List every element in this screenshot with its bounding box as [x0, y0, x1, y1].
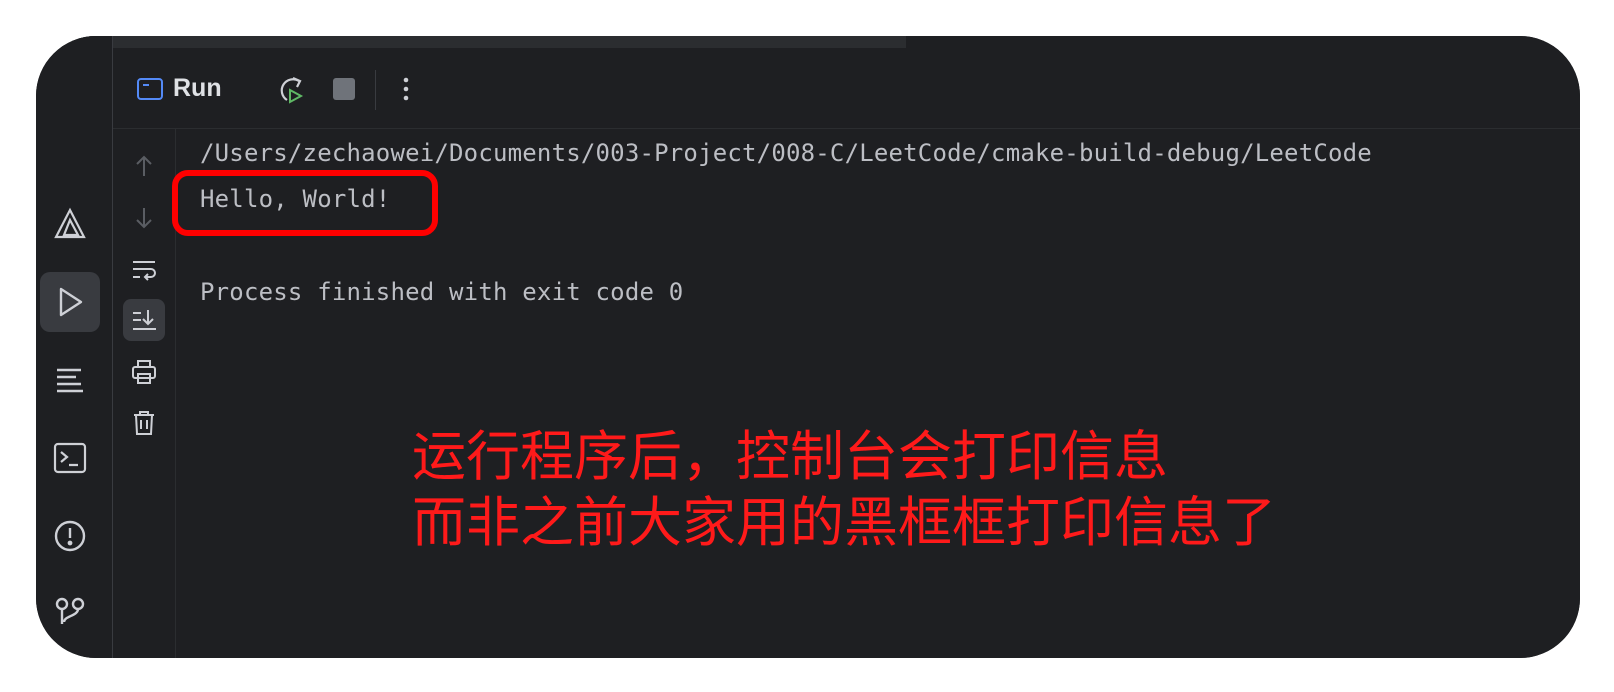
- clear-all-icon[interactable]: [123, 401, 165, 443]
- run-tab-label: Run: [173, 74, 222, 102]
- scroll-to-end-icon[interactable]: [123, 299, 165, 341]
- annotation-text: 运行程序后，控制台会打印信息 而非之前大家用的黑框框打印信息了: [412, 424, 1276, 556]
- console-toolbar: [113, 129, 176, 658]
- terminal-icon[interactable]: [40, 428, 100, 488]
- activity-bar: [36, 36, 113, 658]
- tool-window-header: Run: [113, 48, 1580, 129]
- rerun-icon[interactable]: [273, 72, 307, 106]
- header-separator: [375, 70, 376, 110]
- console-line-exit: Process finished with exit code 0: [200, 278, 684, 306]
- problems-icon[interactable]: [40, 506, 100, 566]
- scroll-up-icon[interactable]: [123, 145, 165, 187]
- soft-wrap-icon[interactable]: [123, 249, 165, 291]
- console-line-path: /Users/zechaowei/Documents/003-Project/0…: [200, 139, 1372, 167]
- top-strip: [36, 36, 1580, 48]
- structure-icon[interactable]: [40, 350, 100, 410]
- highlight-box: [172, 170, 438, 236]
- run-tab[interactable]: Run: [137, 74, 222, 103]
- git-icon[interactable]: [40, 582, 100, 642]
- more-vertical-icon[interactable]: [389, 72, 423, 106]
- scroll-down-icon[interactable]: [123, 197, 165, 239]
- print-icon[interactable]: [123, 351, 165, 393]
- annotation-line-2: 而非之前大家用的黑框框打印信息了: [412, 491, 1276, 554]
- project-structure-icon[interactable]: [40, 194, 100, 254]
- ide-window: Run /Users/zechaowei/Documents/003-Proje…: [36, 36, 1580, 658]
- run-icon[interactable]: [40, 272, 100, 332]
- stop-icon[interactable]: [327, 72, 361, 106]
- console-tab-icon: [137, 77, 163, 100]
- annotation-line-1: 运行程序后，控制台会打印信息: [412, 425, 1168, 488]
